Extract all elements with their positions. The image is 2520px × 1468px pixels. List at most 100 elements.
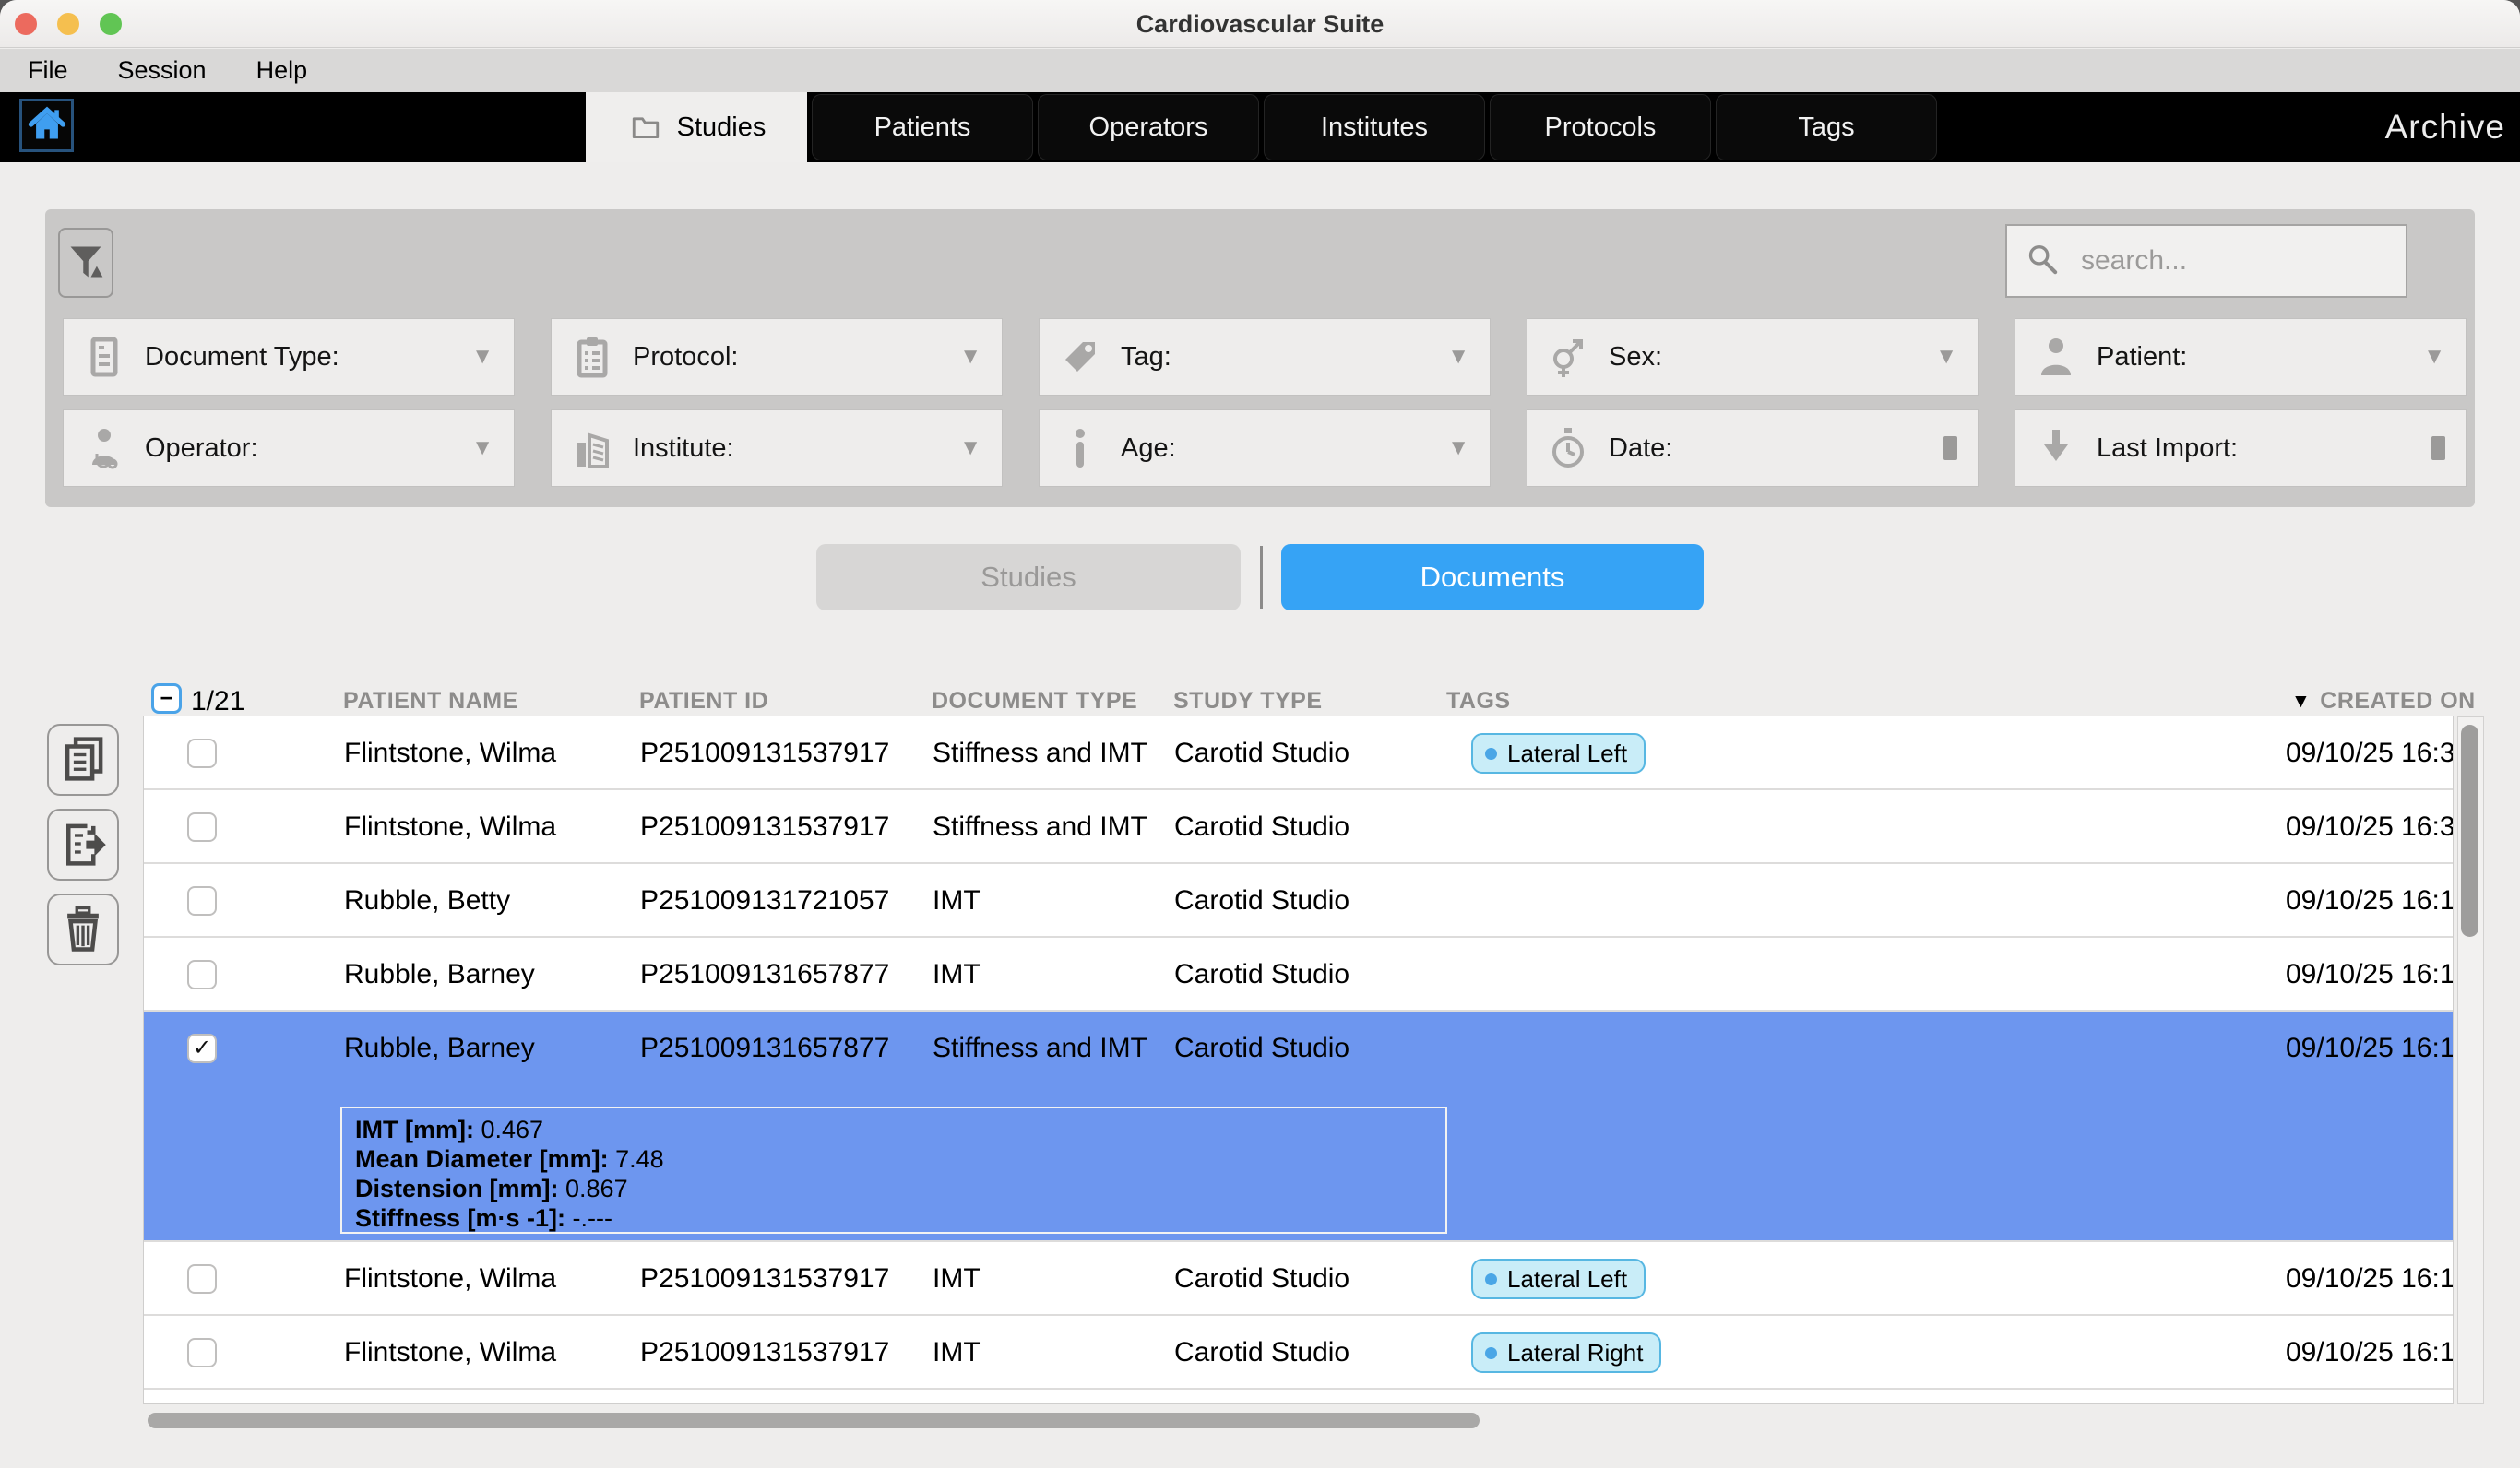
row-checkbox[interactable] xyxy=(187,886,217,916)
date-icon xyxy=(1546,426,1590,470)
cell-patient-id: P251009131537917 xyxy=(640,1316,889,1390)
documents-table: Flintstone, Wilma P251009131537917 Stiffne… xyxy=(143,716,2454,1404)
filter-operator[interactable]: Operator:▼ xyxy=(63,409,515,487)
vertical-scrollbar[interactable] xyxy=(2457,716,2484,1404)
row-checkbox[interactable] xyxy=(187,812,217,842)
cell-created-on: 09/10/25 16:3 xyxy=(2286,716,2454,790)
archive-label[interactable]: Archive xyxy=(2385,92,2505,162)
cell-created-on: 09/10/25 16:1 xyxy=(2286,1242,2454,1316)
cell-document-type: Stiffness and IMT xyxy=(933,790,1147,864)
cell-patient-id: P251009131537917 xyxy=(640,716,889,790)
tab-studies[interactable]: Studies xyxy=(586,92,807,162)
search-icon xyxy=(2024,241,2061,282)
export-button[interactable] xyxy=(47,809,119,881)
cell-study-type: Carotid Studio xyxy=(1174,1316,1349,1390)
row-checkbox[interactable] xyxy=(187,960,217,989)
cell-patient-name: Flintstone, Wilma xyxy=(344,790,556,864)
table-row[interactable]: ✓Rubble, BarneyP251009131657877Stiffness… xyxy=(144,1012,2453,1242)
chevron-down-icon: ▼ xyxy=(471,344,493,370)
home-button[interactable] xyxy=(19,99,74,152)
row-checkbox[interactable] xyxy=(187,739,217,768)
row-checkbox[interactable] xyxy=(187,1264,217,1294)
row-checkbox[interactable]: ✓ xyxy=(187,1034,217,1063)
tag-chip[interactable]: Lateral Left xyxy=(1471,1259,1646,1299)
column-tags[interactable]: TAGS xyxy=(1446,688,1511,715)
sex-icon xyxy=(1546,335,1590,379)
table-row[interactable]: Flintstone, WilmaP251009131537917Stiffne… xyxy=(144,716,2453,790)
filter-date[interactable]: Date: xyxy=(1527,409,1979,487)
tag-label: Lateral Right xyxy=(1507,1341,1643,1365)
filter-button[interactable] xyxy=(58,228,113,298)
tag-dot-icon xyxy=(1485,748,1497,760)
filter-institute[interactable]: Institute:▼ xyxy=(551,409,1003,487)
pagination-label: 1/21 xyxy=(191,686,244,717)
table-row[interactable]: Flintstone, WilmaP251009131537917IMTCaro… xyxy=(144,1316,2453,1390)
filter-grid: Document Type:▼Protocol:▼Tag:▼Sex:▼Patie… xyxy=(63,318,2467,487)
studies-toggle-button[interactable]: Studies xyxy=(816,544,1241,610)
column-patient-id[interactable]: PATIENT ID xyxy=(639,688,768,715)
filter-lastimport[interactable]: Last Import: xyxy=(2015,409,2467,487)
column-document-type[interactable]: DOCUMENT TYPE xyxy=(932,688,1137,715)
copy-button[interactable] xyxy=(47,724,119,796)
cell-study-type: Carotid Studio xyxy=(1174,938,1349,1012)
vertical-scrollbar-thumb[interactable] xyxy=(2461,725,2478,937)
tab-patients[interactable]: Patients xyxy=(812,94,1033,160)
tab-label: Operators xyxy=(1089,112,1208,143)
filter-sex[interactable]: Sex:▼ xyxy=(1527,318,1979,396)
app-window: Cardiovascular Suite FileSessionHelp Stu… xyxy=(0,0,2520,1468)
table-row[interactable]: Flintstone, WilmaP251009131537917IMTCaro… xyxy=(144,1242,2453,1316)
menu-help[interactable]: Help xyxy=(256,56,308,85)
menu-file[interactable]: File xyxy=(28,56,68,85)
chevron-down-icon: ▼ xyxy=(2423,344,2445,370)
filter-label: Patient: xyxy=(2097,342,2187,373)
table-row[interactable]: Rubble, BettyP251009131721057IMTCarotid … xyxy=(144,864,2453,938)
last-import-icon xyxy=(2034,426,2078,470)
horizontal-scrollbar-thumb[interactable] xyxy=(148,1413,1480,1428)
delete-button[interactable] xyxy=(47,894,119,965)
cell-study-type: Carotid Studio xyxy=(1174,864,1349,938)
filter-tag[interactable]: Tag: ▼ xyxy=(1039,318,1491,396)
tab-operators[interactable]: Operators xyxy=(1038,94,1259,160)
filter-label: Age: xyxy=(1121,433,1176,464)
row-checkbox[interactable] xyxy=(187,1338,217,1367)
chevron-down-icon: ▼ xyxy=(1447,344,1469,370)
collapse-all-button[interactable]: − xyxy=(151,683,182,714)
cell-study-type: Carotid Studio xyxy=(1174,716,1349,790)
chevron-down-icon: ▼ xyxy=(1447,435,1469,461)
tag-chip[interactable]: Lateral Right xyxy=(1471,1332,1661,1373)
table-row[interactable]: Flintstone, WilmaP251009131537917Stiffne… xyxy=(144,790,2453,864)
filter-protocol[interactable]: Protocol:▼ xyxy=(551,318,1003,396)
cell-patient-id: P251009131537917 xyxy=(640,1242,889,1316)
tab-tags[interactable]: Tags xyxy=(1716,94,1937,160)
filter-label: Tag: xyxy=(1121,342,1171,373)
tag-label: Lateral Left xyxy=(1507,1267,1627,1291)
search-box xyxy=(2005,224,2407,298)
filter-documenttype[interactable]: Document Type:▼ xyxy=(63,318,515,396)
chevron-down-icon: ▼ xyxy=(471,435,493,461)
menu-session[interactable]: Session xyxy=(118,56,207,85)
table-row[interactable]: Rubble, BarneyP251009131657877IMTCarotid… xyxy=(144,938,2453,1012)
cell-patient-name: Flintstone, Wilma xyxy=(344,1316,556,1390)
search-input[interactable] xyxy=(2079,244,2389,278)
filter-age[interactable]: Age: ▼ xyxy=(1039,409,1491,487)
detail-line: IMT [mm]: 0.467 xyxy=(355,1115,1432,1144)
tag-dot-icon xyxy=(1485,1273,1497,1285)
filter-label: Protocol: xyxy=(633,342,738,373)
column-created-on[interactable]: ▼ CREATED ON xyxy=(2291,688,2476,715)
cell-document-type: IMT xyxy=(933,864,981,938)
cell-patient-id: P251009131657877 xyxy=(640,1012,889,1085)
toggle-divider xyxy=(1260,546,1263,609)
cell-created-on: 09/10/25 16:1 xyxy=(2286,1316,2454,1390)
filter-label: Last Import: xyxy=(2097,433,2238,464)
cell-patient-name: Rubble, Betty xyxy=(344,864,510,938)
column-patient-name[interactable]: PATIENT NAME xyxy=(343,688,518,715)
documents-toggle-button[interactable]: Documents xyxy=(1281,544,1704,610)
sort-desc-icon: ▼ xyxy=(2291,691,2311,713)
filter-patient[interactable]: Patient: ▼ xyxy=(2015,318,2467,396)
column-study-type[interactable]: STUDY TYPE xyxy=(1173,688,1323,715)
protocol-icon xyxy=(570,335,614,379)
tab-protocols[interactable]: Protocols xyxy=(1490,94,1711,160)
tab-institutes[interactable]: Institutes xyxy=(1264,94,1485,160)
tag-chip[interactable]: Lateral Left xyxy=(1471,733,1646,774)
chevron-down-icon: ▼ xyxy=(959,435,981,461)
